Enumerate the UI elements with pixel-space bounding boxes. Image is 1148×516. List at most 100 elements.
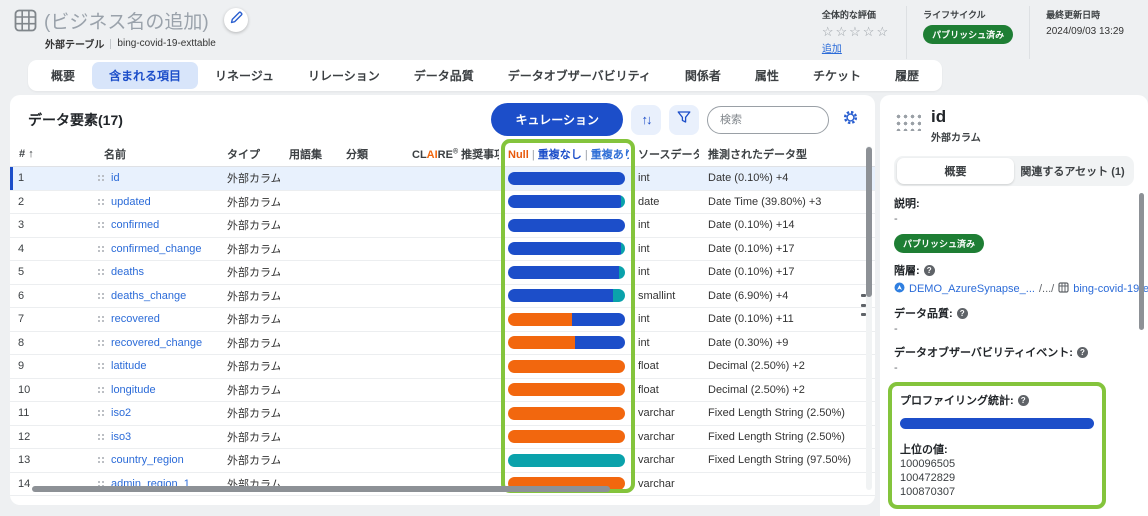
inferred-type-cell: Date (0.10%) +17 [708, 242, 795, 255]
column-header-source-type[interactable]: ソースデータ型 [629, 146, 699, 162]
column-header-claire[interactable]: CLAIRE® 推奨事項 [403, 146, 499, 162]
help-icon[interactable]: ? [1076, 347, 1088, 358]
drag-handle-icon[interactable] [96, 314, 106, 325]
table-row[interactable]: 10 longitude 外部カラム float Decimal (2.50%) +2 [10, 379, 875, 402]
profiling-bar[interactable] [508, 242, 625, 256]
drag-handle-icon[interactable] [96, 243, 106, 254]
table-row[interactable]: 3 confirmed 外部カラム int Date (0.10%) +14 [10, 214, 875, 238]
inferred-type-cell: Fixed Length String (2.50%) [708, 430, 845, 443]
column-name-link[interactable]: country_region [111, 454, 184, 466]
help-icon[interactable]: ? [923, 265, 935, 276]
search-input[interactable] [707, 105, 829, 134]
panel-tab-overview[interactable]: 概要 [897, 158, 1014, 184]
bar-segment-orange [508, 312, 573, 326]
table-row[interactable]: 13 country_region 外部カラム varchar Fixed Length… [10, 449, 875, 473]
tab-8[interactable]: チケット [796, 62, 878, 89]
tab-6[interactable]: 関係者 [668, 62, 738, 89]
column-name-link[interactable]: confirmed [111, 219, 159, 231]
profiling-bar[interactable] [508, 195, 625, 209]
panel-vertical-scrollbar[interactable] [1139, 193, 1144, 330]
help-icon[interactable]: ? [956, 308, 968, 319]
column-name-link[interactable]: deaths [111, 266, 144, 278]
drag-handle-icon[interactable] [96, 220, 106, 231]
table-row[interactable]: 14 admin_region_1 外部カラム varchar [10, 473, 875, 496]
tab-3[interactable]: リレーション [291, 62, 397, 89]
profiling-bar[interactable] [508, 289, 625, 303]
drag-handle-icon[interactable] [96, 408, 106, 419]
hierarchy-source-link[interactable]: DEMO_AzureSynapse_... [909, 283, 1035, 295]
star-rating[interactable]: ☆☆☆☆☆ [822, 25, 890, 38]
table-vertical-scrollbar[interactable] [866, 147, 872, 297]
table-row[interactable]: 6 deaths_change 外部カラム smallint Date (6.90%) … [10, 285, 875, 308]
profiling-bar[interactable] [508, 218, 625, 232]
column-header-glossary[interactable]: 用語集 [280, 146, 337, 162]
drag-handle-icon[interactable] [96, 290, 106, 301]
column-header-type[interactable]: タイプ [218, 146, 280, 162]
page-title: (ビジネス名の追加) [44, 12, 209, 33]
tab-0[interactable]: 概要 [34, 62, 92, 89]
tab-1[interactable]: 含まれる項目 [92, 62, 199, 89]
settings-button[interactable] [837, 107, 863, 133]
column-name-link[interactable]: updated [111, 196, 151, 208]
column-header-null-distinct-dup[interactable]: Null | 重複なし | 重複あり % [499, 146, 629, 162]
profiling-bar[interactable] [508, 430, 625, 444]
column-name-link[interactable]: latitude [111, 360, 146, 372]
observability-value: - [894, 362, 898, 374]
column-name-link[interactable]: deaths_change [111, 290, 186, 302]
drag-handle-icon[interactable] [96, 361, 106, 372]
profiling-bar[interactable] [508, 406, 625, 420]
profiling-bar[interactable] [508, 312, 625, 326]
toolbar-controls: キュレーション ↑↓ [491, 103, 863, 136]
column-header-num[interactable]: # ↑ [10, 148, 95, 160]
curation-button[interactable]: キュレーション [491, 103, 623, 136]
table-row[interactable]: 12 iso3 外部カラム varchar Fixed Length String (2… [10, 426, 875, 449]
column-name-link[interactable]: recovered [111, 313, 160, 325]
drag-handle-icon[interactable] [96, 337, 106, 348]
tab-2[interactable]: リネージュ [198, 62, 291, 89]
column-name-link[interactable]: recovered_change [111, 337, 202, 349]
column-name-link[interactable]: longitude [111, 384, 156, 396]
profiling-bar[interactable] [508, 359, 625, 373]
table-row[interactable]: 2 updated 外部カラム date Date Time (39.80%) +3 [10, 191, 875, 214]
table-row[interactable]: 5 deaths 外部カラム int Date (0.10%) +17 [10, 261, 875, 285]
drag-handle-icon[interactable] [96, 431, 106, 442]
profiling-bar[interactable] [508, 171, 625, 185]
table-row[interactable]: 8 recovered_change 外部カラム int Date (0.30%) +9 [10, 332, 875, 355]
panel-tab-related-assets[interactable]: 関連するアセット (1) [1014, 158, 1131, 184]
drag-handle-icon[interactable] [96, 196, 106, 207]
profiling-bar[interactable] [508, 265, 625, 279]
type-cell: 外部カラム [227, 314, 280, 327]
table-horizontal-scrollbar[interactable] [32, 486, 610, 492]
profiling-bar[interactable] [508, 453, 625, 467]
filter-button[interactable] [669, 104, 699, 135]
drag-handle-icon[interactable] [96, 173, 106, 184]
rating-add-link[interactable]: 追加 [822, 40, 842, 55]
column-header-inferred-type[interactable]: 推測されたデータ型 [699, 146, 875, 162]
sort-button[interactable]: ↑↓ [631, 104, 661, 135]
profiling-bar[interactable] [508, 336, 625, 350]
column-name-link[interactable]: confirmed_change [111, 243, 202, 255]
column-name-link[interactable]: id [111, 172, 120, 184]
tab-4[interactable]: データ品質 [397, 62, 491, 89]
table-row[interactable]: 4 confirmed_change 外部カラム int Date (0.10%) +1… [10, 238, 875, 261]
hierarchy-table-link[interactable]: bing-covid-19-extt... [1073, 283, 1148, 295]
table-row[interactable]: 11 iso2 外部カラム varchar Fixed Length String (2… [10, 402, 875, 426]
name-cell: iso2 [95, 407, 218, 419]
column-header-classification[interactable]: 分類 [337, 146, 403, 162]
drag-handle-icon[interactable] [96, 455, 106, 466]
table-row[interactable]: 1 id 外部カラム int Date (0.10%) +4 [10, 167, 875, 191]
drag-handle-icon[interactable] [96, 384, 106, 395]
drag-handle-icon[interactable] [96, 267, 106, 278]
tab-7[interactable]: 属性 [738, 62, 796, 89]
table-row[interactable]: 9 latitude 外部カラム float Decimal (2.50%) +2 [10, 355, 875, 379]
panel-resize-handle[interactable] [859, 294, 867, 316]
column-name-link[interactable]: iso3 [111, 431, 131, 443]
edit-title-button[interactable] [224, 8, 248, 32]
help-icon[interactable]: ? [1017, 395, 1029, 406]
profiling-bar[interactable] [508, 383, 625, 397]
column-header-name[interactable]: 名前 [95, 146, 218, 162]
tab-5[interactable]: データオブザーバビリティ [491, 62, 668, 89]
table-row[interactable]: 7 recovered 外部カラム int Date (0.10%) +11 [10, 308, 875, 332]
tab-9[interactable]: 履歴 [878, 62, 936, 89]
column-name-link[interactable]: iso2 [111, 407, 131, 419]
